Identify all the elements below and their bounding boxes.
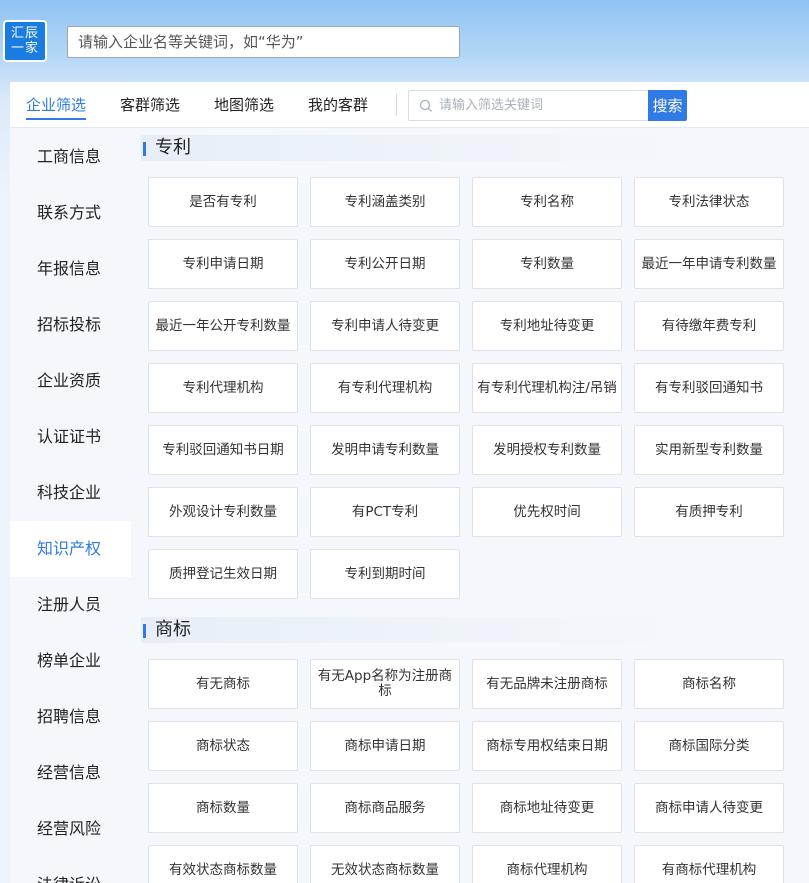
filter-option[interactable]: 有商标代理机构 (634, 845, 784, 883)
filter-option[interactable]: 专利数量 (472, 239, 622, 289)
filter-option[interactable]: 专利地址待变更 (472, 301, 622, 351)
filter-option[interactable]: 最近一年申请专利数量 (634, 239, 784, 289)
filter-option[interactable]: 商标状态 (148, 721, 298, 771)
sidebar-item[interactable]: 招标投标 (10, 297, 131, 353)
filter-option[interactable]: 商标地址待变更 (472, 783, 622, 833)
filter-option[interactable]: 质押登记生效日期 (148, 549, 298, 599)
filter-option[interactable]: 有待缴年费专利 (634, 301, 784, 351)
filter-option[interactable]: 专利代理机构 (148, 363, 298, 413)
filter-option[interactable]: 有PCT专利 (310, 487, 460, 537)
filter-option[interactable]: 最近一年公开专利数量 (148, 301, 298, 351)
filter-option[interactable]: 专利到期时间 (310, 549, 460, 599)
filter-option[interactable]: 专利涵盖类别 (310, 177, 460, 227)
filter-option[interactable]: 发明申请专利数量 (310, 425, 460, 475)
filter-option[interactable]: 专利申请日期 (148, 239, 298, 289)
logo-line-1: 汇辰 (10, 26, 39, 41)
filter-option[interactable]: 商标代理机构 (472, 845, 622, 883)
filter-option[interactable]: 发明授权专利数量 (472, 425, 622, 475)
sidebar-item[interactable]: 招聘信息 (10, 689, 131, 745)
filter-option[interactable]: 有无商标 (148, 659, 298, 709)
tab-bar: 企业筛选 客群筛选 地图筛选 我的客群 搜索 (10, 82, 809, 128)
filter-option[interactable]: 专利法律状态 (634, 177, 784, 227)
sidebar-item[interactable]: 科技企业 (10, 465, 131, 521)
tab-customer-group-filter[interactable]: 客群筛选 (120, 82, 180, 128)
filter-option[interactable]: 有质押专利 (634, 487, 784, 537)
filter-option[interactable]: 专利申请人待变更 (310, 301, 460, 351)
filter-option[interactable]: 有效状态商标数量 (148, 845, 298, 883)
sidebar-item[interactable]: 经营风险 (10, 801, 131, 857)
filter-search-box[interactable] (408, 90, 648, 121)
filter-search-button[interactable]: 搜索 (648, 90, 687, 121)
section-title: 专利 (141, 135, 681, 161)
filter-option[interactable]: 商标专用权结束日期 (472, 721, 622, 771)
logo-line-2: 一家 (10, 41, 39, 56)
section-title: 商标 (141, 617, 681, 643)
filter-option[interactable]: 专利名称 (472, 177, 622, 227)
sidebar-item[interactable]: 法律诉讼 (10, 857, 131, 883)
filter-option[interactable]: 有专利代理机构 (310, 363, 460, 413)
filter-option[interactable]: 是否有专利 (148, 177, 298, 227)
filter-option[interactable]: 商标数量 (148, 783, 298, 833)
sidebar-item[interactable]: 联系方式 (10, 185, 131, 241)
main-panel: 企业筛选 客群筛选 地图筛选 我的客群 搜索 工商信息联系方式年报信息招标投标企… (10, 82, 809, 883)
filter-option[interactable]: 优先权时间 (472, 487, 622, 537)
app-logo[interactable]: 汇辰 一家 (3, 20, 47, 62)
filter-option[interactable]: 无效状态商标数量 (310, 845, 460, 883)
filter-option[interactable]: 实用新型专利数量 (634, 425, 784, 475)
tab-divider (396, 94, 397, 116)
filter-option[interactable]: 有专利代理机构注/吊销 (472, 363, 622, 413)
category-sidebar: 工商信息 联系方式 年报信息 招标投标 企业资质 认证证书 科技企业 知识产权 注册人员 榜单企业… (10, 129, 131, 883)
sidebar-item[interactable]: 经营信息 (10, 745, 131, 801)
filter-option[interactable]: 有无品牌未注册商标 (472, 659, 622, 709)
company-search-input[interactable] (67, 26, 460, 58)
tab-my-customer-groups[interactable]: 我的客群 (308, 82, 368, 128)
filter-option[interactable]: 专利驳回通知书日期 (148, 425, 298, 475)
filter-option[interactable]: 商标名称 (634, 659, 784, 709)
sidebar-item[interactable]: 认证证书 (10, 409, 131, 465)
sidebar-item[interactable]: 年报信息 (10, 241, 131, 297)
filter-option[interactable]: 有专利驳回通知书 (634, 363, 784, 413)
filter-keyword-input[interactable] (439, 91, 644, 120)
filter-content: 专利 是否有专利 专利涵盖类别 专利名称 专利法律状态 专利申请日期 专利公开日期 专利数量最… (131, 129, 809, 883)
filter-option[interactable]: 商标商品服务 (310, 783, 460, 833)
sidebar-item[interactable]: 榜单企业 (10, 633, 131, 689)
filter-option[interactable]: 有无App名称为注册商标 (310, 659, 460, 709)
filter-option[interactable]: 专利公开日期 (310, 239, 460, 289)
top-header: 汇辰 一家 (0, 0, 809, 82)
sidebar-item[interactable]: 企业资质 (10, 353, 131, 409)
filter-option[interactable]: 商标国际分类 (634, 721, 784, 771)
sidebar-item[interactable]: 注册人员 (10, 577, 131, 633)
sidebar-item[interactable]: 知识产权 (10, 521, 131, 577)
filter-option[interactable]: 外观设计专利数量 (148, 487, 298, 537)
search-icon (419, 99, 432, 112)
tab-map-filter[interactable]: 地图筛选 (214, 82, 274, 128)
sidebar-item[interactable]: 工商信息 (10, 129, 131, 185)
filter-option[interactable]: 商标申请人待变更 (634, 783, 784, 833)
filter-option[interactable]: 商标申请日期 (310, 721, 460, 771)
tab-company-filter[interactable]: 企业筛选 (26, 82, 87, 128)
